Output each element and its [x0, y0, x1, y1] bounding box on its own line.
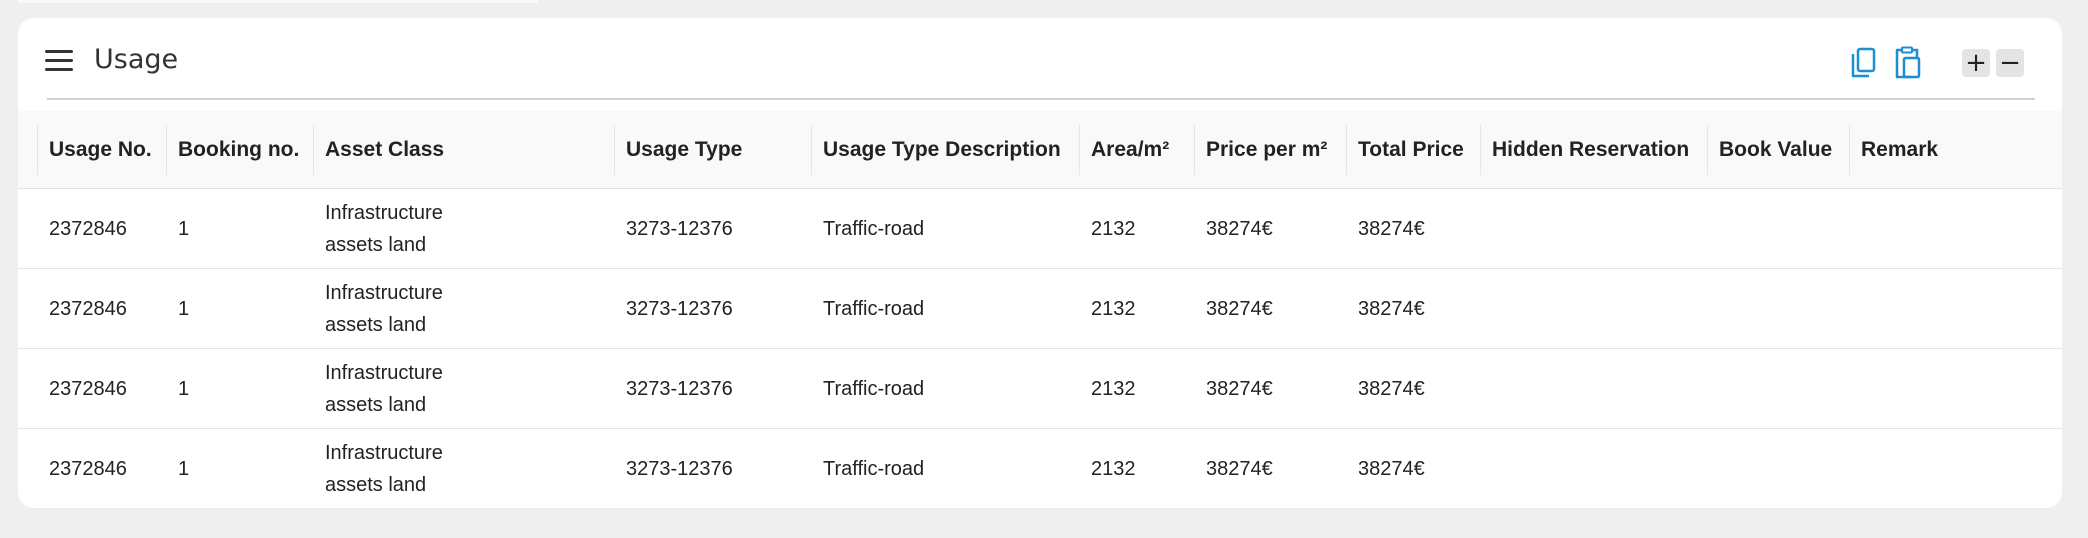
- cell-hidden-reservation: [1480, 189, 1707, 268]
- cell-usage-type: 3273-12376: [626, 217, 733, 240]
- copy-button[interactable]: [1848, 46, 1880, 80]
- cell-booking-no: 1: [178, 457, 190, 480]
- plus-icon: +: [1965, 48, 1987, 78]
- column-header-price-per-m2[interactable]: Price per m²: [1194, 111, 1346, 189]
- column-header-area[interactable]: Area/m²: [1079, 111, 1194, 189]
- cell-usage-type-description: Traffic-road: [823, 457, 925, 480]
- cell-asset-class: Infrastructure assets land: [325, 441, 443, 496]
- cell-booking-no: 1: [178, 377, 190, 400]
- zoom-out-button[interactable]: −: [1996, 49, 2024, 77]
- cell-total-price: 38274€: [1358, 377, 1425, 400]
- cell-hidden-reservation: [1480, 429, 1707, 508]
- cell-remark: [1849, 269, 1952, 348]
- column-header-hidden-reservation[interactable]: Hidden Reservation: [1480, 111, 1707, 189]
- cell-asset-class: Infrastructure assets land: [325, 201, 443, 256]
- minus-icon: −: [1999, 48, 2021, 78]
- cell-usage-type: 3273-12376: [626, 297, 733, 320]
- cell-book-value: [1707, 349, 1849, 428]
- clipboard-icon: [1895, 46, 1921, 79]
- table-row[interactable]: 2372846 1 Infrastructure assets land 3273-1…: [18, 349, 2062, 429]
- cell-area: 2132: [1091, 377, 1136, 400]
- cell-price-per-m2: 38274€: [1206, 377, 1273, 400]
- usage-table: Usage No. Booking no. Asset Class Usage Typ…: [18, 111, 2062, 508]
- hamburger-menu-icon[interactable]: [45, 50, 73, 72]
- usage-panel: Usage + − Usage No. Booking no. Asset Clas…: [18, 18, 2062, 508]
- cell-booking-no: 1: [178, 217, 190, 240]
- cell-usage-type: 3273-12376: [626, 457, 733, 480]
- column-header-booking-no[interactable]: Booking no.: [166, 111, 313, 189]
- table-header-row: Usage No. Booking no. Asset Class Usage Typ…: [18, 111, 2062, 189]
- cell-usage-no: 2372846: [49, 217, 127, 240]
- cell-usage-type-description: Traffic-road: [823, 377, 925, 400]
- table-row[interactable]: 2372846 1 Infrastructure assets land 3273-1…: [18, 189, 2062, 269]
- cell-remark: [1849, 349, 1952, 428]
- cell-area: 2132: [1091, 217, 1136, 240]
- column-header-remark[interactable]: Remark: [1849, 111, 1952, 189]
- column-header-usage-type[interactable]: Usage Type: [614, 111, 811, 189]
- cell-usage-no: 2372846: [49, 457, 127, 480]
- column-header-usage-type-description[interactable]: Usage Type Description: [811, 111, 1079, 189]
- paste-button[interactable]: [1892, 46, 1924, 80]
- zoom-in-button[interactable]: +: [1962, 49, 1990, 77]
- cell-remark: [1849, 189, 1952, 268]
- cell-hidden-reservation: [1480, 269, 1707, 348]
- cell-total-price: 38274€: [1358, 217, 1425, 240]
- cell-hidden-reservation: [1480, 349, 1707, 428]
- cell-price-per-m2: 38274€: [1206, 457, 1273, 480]
- panel-header: Usage + −: [18, 18, 2062, 100]
- cell-book-value: [1707, 189, 1849, 268]
- cell-usage-type: 3273-12376: [626, 377, 733, 400]
- cell-price-per-m2: 38274€: [1206, 217, 1273, 240]
- cell-price-per-m2: 38274€: [1206, 297, 1273, 320]
- cell-book-value: [1707, 269, 1849, 348]
- column-header-total-price[interactable]: Total Price: [1346, 111, 1480, 189]
- copy-icon: [1851, 47, 1876, 78]
- cell-remark: [1849, 429, 1952, 508]
- cell-book-value: [1707, 429, 1849, 508]
- cell-asset-class: Infrastructure assets land: [325, 281, 443, 336]
- column-header-book-value[interactable]: Book Value: [1707, 111, 1849, 189]
- cell-usage-type-description: Traffic-road: [823, 297, 925, 320]
- column-header-asset-class[interactable]: Asset Class: [313, 111, 614, 189]
- table-row[interactable]: 2372846 1 Infrastructure assets land 3273-1…: [18, 429, 2062, 508]
- table-row[interactable]: 2372846 1 Infrastructure assets land 3273-1…: [18, 269, 2062, 349]
- header-divider: [47, 98, 2035, 100]
- column-header-usage-no[interactable]: Usage No.: [18, 111, 166, 189]
- cell-total-price: 38274€: [1358, 457, 1425, 480]
- panel-title: Usage: [94, 44, 179, 75]
- cell-usage-no: 2372846: [49, 377, 127, 400]
- cell-area: 2132: [1091, 297, 1136, 320]
- cell-usage-no: 2372846: [49, 297, 127, 320]
- cell-area: 2132: [1091, 457, 1136, 480]
- cell-booking-no: 1: [178, 297, 190, 320]
- cell-usage-type-description: Traffic-road: [823, 217, 925, 240]
- table-body: 2372846 1 Infrastructure assets land 3273-1…: [18, 189, 2062, 508]
- cell-total-price: 38274€: [1358, 297, 1425, 320]
- top-edge-strip: [18, 0, 538, 3]
- cell-asset-class: Infrastructure assets land: [325, 361, 443, 416]
